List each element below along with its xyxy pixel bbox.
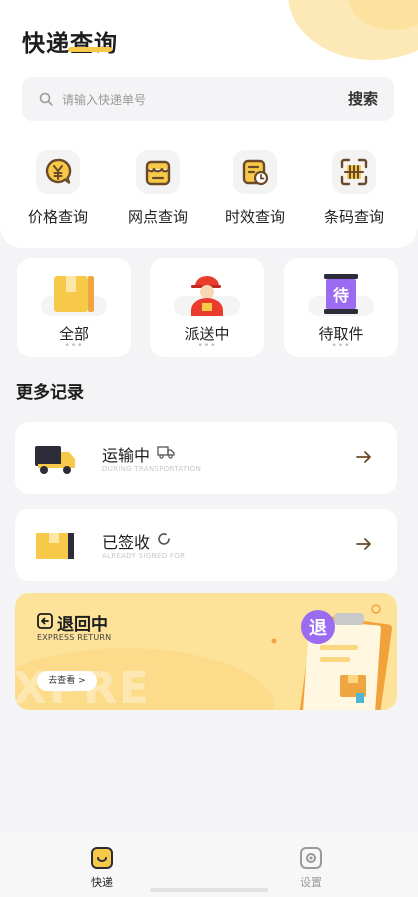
banner-title: 退回中 (57, 615, 108, 635)
timeliness-icon (233, 150, 277, 194)
status-dots: ••• (64, 341, 84, 351)
return-badge-text: 退 (309, 618, 327, 639)
record-in-transit[interactable]: 运输中 DURING TRANSPORTATION (15, 422, 397, 494)
status-card-delivering[interactable]: 派送中 ••• (150, 258, 264, 357)
section-title: 更多记录 (16, 383, 84, 403)
quick-actions: 价格查询 网点查询 时效查询 条码查询 (0, 150, 418, 230)
quick-action-label: 网点查询 (127, 208, 188, 226)
settings-tab-icon (300, 847, 322, 869)
view-button[interactable]: 去查看 > (37, 671, 97, 691)
truck-icon (35, 446, 75, 474)
express-tab-icon (91, 847, 113, 869)
record-signed[interactable]: 已签收 ALREADY SIGNED FOR (15, 509, 397, 581)
box-icon (36, 533, 74, 559)
small-truck-icon (157, 446, 175, 459)
quick-action-timeliness[interactable]: 时效查询 (207, 150, 303, 230)
quick-action-label: 时效查询 (224, 208, 285, 226)
return-icon (37, 613, 53, 629)
record-title: 运输中 (102, 446, 151, 465)
arrow-right-icon[interactable] (355, 536, 373, 552)
home-indicator (150, 888, 268, 892)
package-icon (54, 276, 94, 312)
quick-action-outlet[interactable]: 网点查询 (110, 150, 206, 230)
record-title: 已签收 (102, 533, 151, 552)
return-banner[interactable]: XPRE 退回中 EXPRESS RETURN 去查看 > 退 (15, 593, 397, 710)
tab-express[interactable]: 快递 (62, 842, 142, 889)
search-bar[interactable]: 请输入快递单号 搜索 (22, 77, 394, 121)
search-input[interactable]: 请输入快递单号 (62, 91, 146, 108)
page-title: 快递查询 (22, 31, 118, 57)
status-dots: ••• (331, 341, 351, 351)
pending-badge-text: 待 (333, 286, 349, 305)
courier-icon (191, 276, 223, 316)
barcode-icon (332, 150, 376, 194)
price-icon (36, 150, 80, 194)
search-button[interactable]: 搜索 (348, 88, 378, 109)
tab-label: 快递 (91, 876, 113, 889)
banner-subtitle: EXPRESS RETURN (37, 633, 112, 642)
status-card-all[interactable]: 全部 ••• (17, 258, 131, 357)
quick-action-label: 条码查询 (323, 208, 384, 226)
arrow-right-icon[interactable] (355, 449, 373, 465)
pending-pickup-icon: 待 (324, 274, 358, 314)
status-dots: ••• (197, 341, 217, 351)
outlet-icon (136, 150, 180, 194)
status-card-pending-pickup[interactable]: 待 待取件 ••• (284, 258, 398, 357)
quick-action-barcode[interactable]: 条码查询 (306, 150, 402, 230)
search-icon (39, 92, 53, 106)
quick-action-label: 价格查询 (27, 208, 88, 226)
top-panel: 快递查询 请输入快递单号 搜索 价格查询 网点查询 时效查询 条码查询 (0, 0, 418, 248)
clipboard-illustration: 退 (271, 604, 393, 710)
title-underline (68, 47, 112, 52)
loading-icon (158, 533, 170, 545)
record-subtitle: ALREADY SIGNED FOR (102, 552, 186, 560)
tab-settings[interactable]: 设置 (271, 842, 351, 889)
tab-label: 设置 (300, 876, 322, 889)
record-subtitle: DURING TRANSPORTATION (102, 465, 202, 473)
quick-action-price[interactable]: 价格查询 (10, 150, 106, 230)
